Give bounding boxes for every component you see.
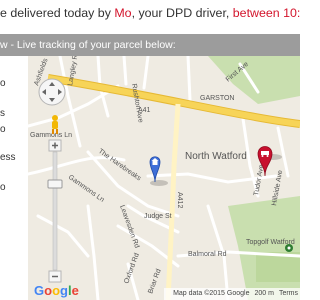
logo-letter: o bbox=[52, 283, 60, 298]
poi-topgolf-icon[interactable] bbox=[285, 244, 293, 252]
zoom-track[interactable] bbox=[52, 151, 58, 271]
map-scale: 200 m bbox=[254, 290, 274, 297]
live-tracking-bar: w - Live tracking of your parcel below: bbox=[0, 34, 300, 56]
headline-middle: , your DPD driver, bbox=[131, 6, 233, 20]
map-data-credit: Map data ©2015 Google bbox=[173, 290, 250, 297]
left-fragment: s bbox=[0, 108, 5, 119]
tracking-map[interactable]: A41 GARSTON North Watford Judge St Gammo… bbox=[28, 56, 300, 300]
zoom-handle[interactable] bbox=[47, 179, 63, 189]
map-canvas[interactable]: A41 GARSTON North Watford Judge St Gammo… bbox=[28, 56, 300, 300]
area-label-north-watford: North Watford bbox=[185, 151, 247, 162]
van-wheel-icon bbox=[261, 155, 264, 157]
left-fragment: o bbox=[0, 182, 6, 193]
marker-shadow bbox=[150, 180, 168, 186]
left-fragment: o bbox=[0, 78, 6, 89]
road bbox=[186, 56, 192, 102]
google-logo[interactable]: Google bbox=[34, 283, 79, 298]
logo-letter: o bbox=[44, 283, 52, 298]
left-fragment: o bbox=[0, 124, 6, 135]
delivery-time-window: between 10:35 and 1 bbox=[232, 6, 300, 20]
map-attribution: Map data ©2015 Google 200 m Terms bbox=[164, 288, 300, 300]
logo-letter: G bbox=[34, 283, 44, 298]
delivery-headline: e delivered today by Mo, your DPD driver… bbox=[0, 0, 300, 28]
svg-text:Google: Google bbox=[34, 283, 79, 298]
road bbox=[122, 56, 128, 86]
terms-link[interactable]: Terms bbox=[279, 290, 298, 297]
live-tracking-text: w - Live tracking of your parcel below: bbox=[0, 39, 176, 51]
road-label-judge-st: Judge St bbox=[144, 213, 172, 220]
house-body-icon bbox=[152, 161, 158, 165]
headline-prefix: e delivered today by bbox=[0, 6, 115, 20]
logo-letter: e bbox=[72, 283, 79, 298]
van-body-icon bbox=[261, 151, 269, 155]
logo-letter: g bbox=[60, 283, 68, 298]
area-label-garston: GARSTON bbox=[200, 95, 235, 102]
left-fragment: ess bbox=[0, 152, 16, 163]
road-label-gammons-ln-top: Gammons Ln bbox=[30, 132, 72, 139]
van-wheel-icon bbox=[266, 155, 269, 157]
road-label-a412: A412 bbox=[176, 192, 183, 208]
road-label-balmoral-rd: Balmoral Rd bbox=[188, 251, 227, 258]
driver-name: Mo bbox=[114, 6, 132, 20]
pan-control[interactable] bbox=[38, 78, 66, 106]
left-column: o s o ess o bbox=[0, 56, 28, 300]
